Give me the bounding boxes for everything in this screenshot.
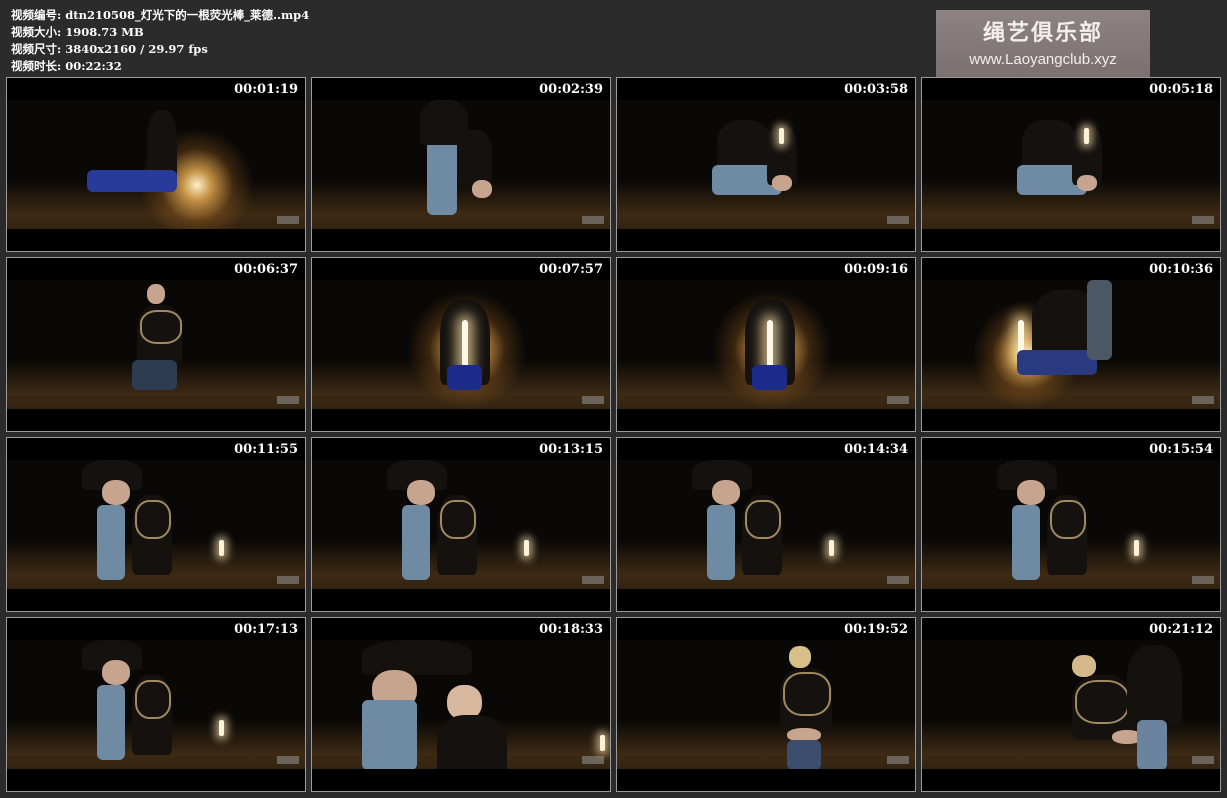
thumbnail-timestamp: 00:19:52 xyxy=(844,622,908,637)
thumbnail-timestamp: 00:09:16 xyxy=(844,262,908,277)
thumbnail-frame xyxy=(7,280,305,409)
thumbnail-frame xyxy=(312,460,610,589)
thumbnail[interactable]: 00:15:54 xyxy=(921,437,1221,612)
thumbnail-timestamp: 00:14:34 xyxy=(844,442,908,457)
info-value: 00:22:32 xyxy=(65,59,122,73)
thumbnail-timestamp: 00:17:13 xyxy=(234,622,298,637)
info-row-size: 视频大小: 1908.73 MB xyxy=(11,24,309,41)
thumbnail-frame xyxy=(312,640,610,769)
watermark-url: www.Laoyangclub.xyz xyxy=(969,51,1117,68)
info-value: dtn210508_灯光下的一根荧光棒_莱德..mp4 xyxy=(65,8,310,22)
thumbnail-frame xyxy=(922,280,1220,409)
thumbnail[interactable]: 00:18:33 xyxy=(311,617,611,792)
thumbnail-timestamp: 00:13:15 xyxy=(539,442,603,457)
thumbnail-timestamp: 00:10:36 xyxy=(1149,262,1213,277)
thumbnail[interactable]: 00:17:13 xyxy=(6,617,306,792)
thumbnail-frame xyxy=(7,100,305,229)
info-label: 视频时长: xyxy=(11,59,62,73)
thumbnail-frame xyxy=(7,460,305,589)
thumbnail-frame xyxy=(922,460,1220,589)
thumbnail[interactable]: 00:09:16 xyxy=(616,257,916,432)
info-row-dimensions: 视频尺寸: 3840x2160 / 29.97 fps xyxy=(11,41,309,58)
thumbnail[interactable]: 00:19:52 xyxy=(616,617,916,792)
thumbnail[interactable]: 00:01:19 xyxy=(6,77,306,252)
thumbnail-frame xyxy=(617,280,915,409)
thumbnail-timestamp: 00:02:39 xyxy=(539,82,603,97)
thumbnail-frame xyxy=(7,640,305,769)
info-label: 视频尺寸: xyxy=(11,42,62,56)
thumbnail-frame xyxy=(922,100,1220,229)
info-row-id: 视频编号: dtn210508_灯光下的一根荧光棒_莱德..mp4 xyxy=(11,7,309,24)
info-label: 视频大小: xyxy=(11,25,62,39)
info-row-duration: 视频时长: 00:22:32 xyxy=(11,58,309,75)
thumbnail-timestamp: 00:15:54 xyxy=(1149,442,1213,457)
thumbnail-timestamp: 00:01:19 xyxy=(234,82,298,97)
thumbnail[interactable]: 00:06:37 xyxy=(6,257,306,432)
thumbnail[interactable]: 00:05:18 xyxy=(921,77,1221,252)
thumbnail[interactable]: 00:11:55 xyxy=(6,437,306,612)
thumbnail-frame xyxy=(312,280,610,409)
thumbnail-timestamp: 00:11:55 xyxy=(234,442,298,457)
info-value: 3840x2160 / 29.97 fps xyxy=(65,42,208,56)
info-value: 1908.73 MB xyxy=(65,25,144,39)
thumbnail[interactable]: 00:07:57 xyxy=(311,257,611,432)
thumbnail-frame xyxy=(922,640,1220,769)
thumbnail-frame xyxy=(617,640,915,769)
thumbnail[interactable]: 00:03:58 xyxy=(616,77,916,252)
thumbnail[interactable]: 00:02:39 xyxy=(311,77,611,252)
thumbnail-timestamp: 00:07:57 xyxy=(539,262,603,277)
watermark-logo: 绳艺俱乐部 www.Laoyangclub.xyz xyxy=(936,10,1150,78)
thumbnail-timestamp: 00:21:12 xyxy=(1149,622,1213,637)
thumbnail[interactable]: 00:10:36 xyxy=(921,257,1221,432)
thumbnail-timestamp: 00:18:33 xyxy=(539,622,603,637)
video-info: 视频编号: dtn210508_灯光下的一根荧光棒_莱德..mp4 视频大小: … xyxy=(11,7,309,75)
thumbnail[interactable]: 00:14:34 xyxy=(616,437,916,612)
thumbnail-frame xyxy=(617,100,915,229)
thumbnail-frame xyxy=(617,460,915,589)
thumbnail-timestamp: 00:03:58 xyxy=(844,82,908,97)
thumbnail[interactable]: 00:21:12 xyxy=(921,617,1221,792)
thumbnail-frame xyxy=(312,100,610,229)
thumbnail-timestamp: 00:05:18 xyxy=(1149,82,1213,97)
thumbnail-timestamp: 00:06:37 xyxy=(234,262,298,277)
watermark-title: 绳艺俱乐部 xyxy=(982,21,1103,46)
thumbnail[interactable]: 00:13:15 xyxy=(311,437,611,612)
info-label: 视频编号: xyxy=(11,8,62,22)
